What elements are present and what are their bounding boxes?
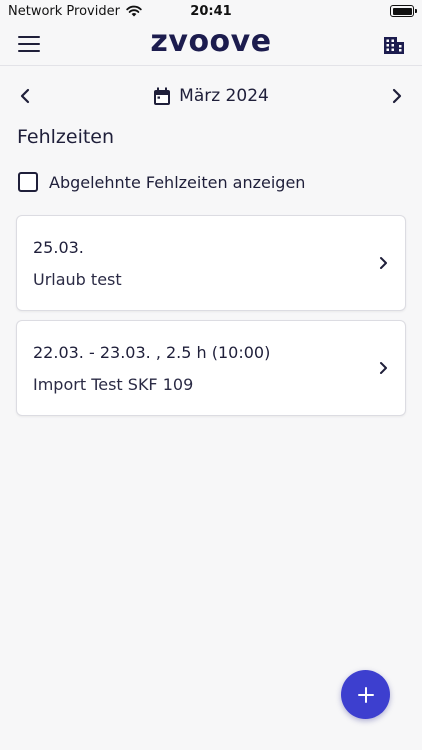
chevron-left-icon[interactable]: [14, 85, 36, 107]
building-icon[interactable]: [382, 32, 406, 56]
chevron-right-icon: [380, 362, 387, 374]
calendar-icon: [154, 87, 171, 105]
show-rejected-toggle[interactable]: Abgelehnte Fehlzeiten anzeigen: [18, 172, 305, 192]
hamburger-menu-icon[interactable]: [16, 33, 42, 55]
absence-card[interactable]: 22.03. - 23.03. , 2.5 h (10:00) Import T…: [16, 320, 406, 416]
battery-icon: [390, 5, 417, 17]
brand-logo: zvoove: [150, 24, 272, 59]
plus-icon: [357, 686, 374, 703]
show-rejected-checkbox[interactable]: [18, 172, 38, 192]
absence-date: 22.03. - 23.03. , 2.5 h (10:00): [33, 343, 271, 362]
app-bar: zvoove: [0, 22, 422, 66]
month-selector[interactable]: März 2024: [153, 86, 269, 106]
absence-title: Import Test SKF 109: [33, 375, 194, 394]
show-rejected-label: Abgelehnte Fehlzeiten anzeigen: [49, 172, 306, 192]
month-label: März 2024: [179, 86, 269, 106]
absence-title: Urlaub test: [33, 270, 122, 289]
absence-date: 25.03.: [33, 238, 84, 257]
add-absence-button[interactable]: [341, 670, 390, 719]
carrier-label: Network Provider: [8, 3, 120, 19]
absence-card[interactable]: 25.03. Urlaub test: [16, 215, 406, 311]
status-bar: Network Provider 20:41: [0, 0, 422, 22]
chevron-right-icon[interactable]: [386, 85, 408, 107]
month-navigation: März 2024: [0, 80, 422, 112]
wifi-icon: [126, 5, 142, 17]
page-title: Fehlzeiten: [17, 126, 115, 148]
chevron-right-icon: [380, 257, 387, 269]
